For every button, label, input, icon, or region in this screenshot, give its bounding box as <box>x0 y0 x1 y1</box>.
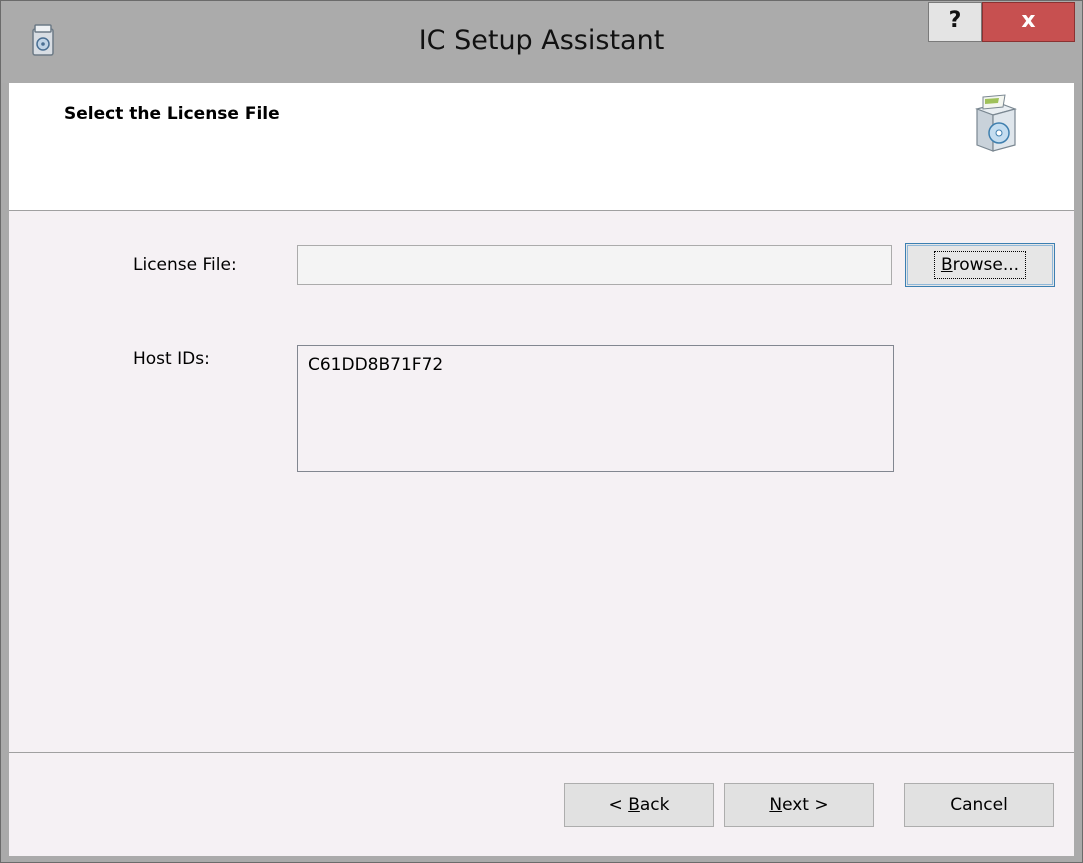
browse-label: rowse... <box>952 255 1020 275</box>
browse-button[interactable]: Browse... <box>905 243 1055 287</box>
next-mnemonic: N <box>769 795 783 815</box>
title-bar[interactable]: IC Setup Assistant ? x <box>1 1 1082 83</box>
back-prefix: < <box>608 795 629 815</box>
license-file-label: License File: <box>133 255 237 275</box>
window-title: IC Setup Assistant <box>418 25 665 56</box>
host-ids-label: Host IDs: <box>133 349 210 369</box>
close-button[interactable]: x <box>982 2 1075 42</box>
browse-mnemonic: B <box>940 255 953 275</box>
dialog-body: Select the License File License File: Br… <box>9 83 1074 856</box>
back-mnemonic: B <box>628 795 640 815</box>
wizard-header: Select the License File <box>9 83 1074 211</box>
cancel-button[interactable]: Cancel <box>904 783 1054 827</box>
license-file-input[interactable] <box>297 245 892 285</box>
browse-focus-outline: Browse... <box>933 251 1027 279</box>
back-button[interactable]: < Back <box>564 783 714 827</box>
setup-assistant-window: IC Setup Assistant ? x Select the Licens… <box>0 0 1083 863</box>
host-id-value: C61DD8B71F72 <box>308 355 444 375</box>
next-label: ext > <box>782 795 829 815</box>
help-button[interactable]: ? <box>928 2 982 42</box>
back-label: ack <box>639 795 670 815</box>
installer-box-icon <box>975 94 1017 152</box>
host-ids-box[interactable]: C61DD8B71F72 <box>297 345 894 472</box>
footer-divider <box>9 752 1074 753</box>
next-button[interactable]: Next > <box>724 783 874 827</box>
page-title: Select the License File <box>64 104 280 124</box>
